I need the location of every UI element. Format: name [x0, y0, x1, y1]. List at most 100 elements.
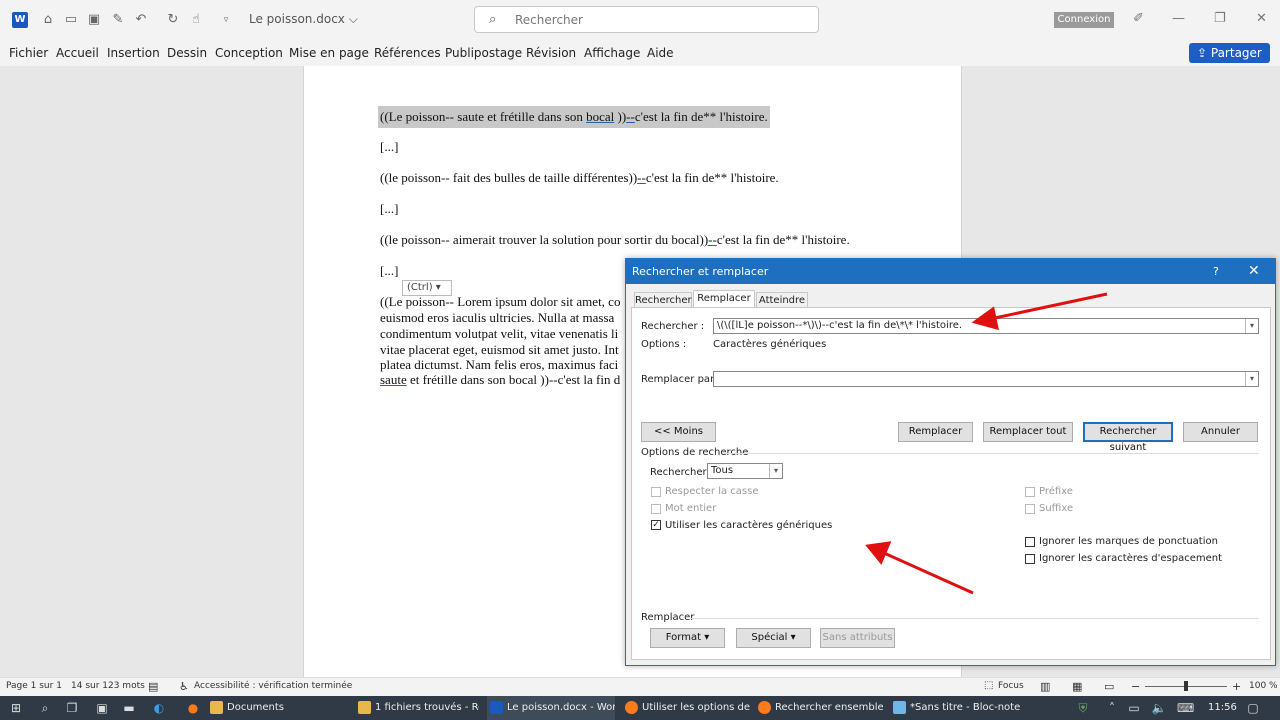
ellipsis-1[interactable]: [...] — [380, 139, 398, 155]
no-formatting-button[interactable]: Sans attributs — [820, 628, 895, 648]
desktop-icon[interactable]: ▣ — [94, 700, 110, 716]
paragraph-1[interactable]: ((Le poisson-- saute et frétille dans so… — [378, 106, 770, 128]
clock[interactable]: 11:56 — [1208, 702, 1237, 713]
prefix-checkbox[interactable] — [1025, 487, 1035, 497]
sign-in-button[interactable]: Connexion — [1054, 12, 1114, 28]
edit-icon[interactable]: ✎ — [110, 12, 126, 28]
paragraph-3[interactable]: ((le poisson-- aimerait trouver la solut… — [380, 232, 850, 248]
document-title[interactable]: Le poisson.docx ⌵ — [249, 12, 358, 27]
find-input[interactable]: \(\([lL]e poisson--*\)\)--c'est la fin d… — [713, 318, 1259, 334]
wildcards-checkbox[interactable]: ✓ — [651, 520, 661, 530]
tab-references[interactable]: Références — [374, 46, 441, 60]
whitespace-checkbox[interactable] — [1025, 554, 1035, 564]
lorem-line-2[interactable]: euismod eros iaculis ultricies. Nulla at… — [380, 310, 614, 326]
pen-icon[interactable]: ✐ — [1133, 11, 1144, 26]
share-button[interactable]: ⇪ Partager — [1189, 43, 1270, 63]
replace-all-button[interactable]: Remplacer tout — [983, 422, 1073, 442]
taskbar-item-search-results[interactable]: 1 fichiers trouvés - Re... — [355, 696, 479, 720]
zoom-in-icon[interactable]: + — [1232, 680, 1241, 693]
tab-conception[interactable]: Conception — [215, 46, 283, 60]
close-window-icon[interactable]: ✕ — [1256, 11, 1267, 26]
focus-button[interactable]: Focus — [998, 681, 1024, 691]
whole-word-checkbox[interactable] — [651, 504, 661, 514]
cancel-button[interactable]: Annuler — [1183, 422, 1258, 442]
replace-button[interactable]: Remplacer — [898, 422, 973, 442]
text-run: ))-- — [699, 232, 717, 247]
replace-input[interactable]: ▾ — [713, 371, 1259, 387]
print-layout-icon[interactable]: ▦ — [1072, 680, 1082, 693]
punctuation-checkbox[interactable] — [1025, 537, 1035, 547]
tab-remplacer[interactable]: Remplacer — [693, 290, 755, 308]
customize-toolbar-icon[interactable]: ▿ — [218, 12, 234, 28]
read-mode-icon[interactable]: ▥ — [1040, 680, 1050, 693]
less-button[interactable]: << Moins — [641, 422, 716, 442]
tab-affichage[interactable]: Affichage — [584, 46, 640, 60]
chevron-down-icon[interactable]: ▾ — [769, 464, 782, 478]
tab-mise-en-page[interactable]: Mise en page — [289, 46, 369, 60]
firefox-icon[interactable]: ● — [185, 700, 201, 716]
lorem-line-6[interactable]: saute et frétille dans son bocal ))--c'e… — [380, 372, 620, 388]
tab-aide[interactable]: Aide — [647, 46, 674, 60]
tab-publipostage[interactable]: Publipostage — [445, 46, 522, 60]
taskbar-item-firefox-2[interactable]: Rechercher ensemble ... — [755, 696, 883, 720]
volume-icon[interactable]: 🔈 — [1151, 700, 1167, 716]
proofing-icon[interactable]: ▤ — [148, 680, 158, 693]
taskbar-item-notepad[interactable]: *Sans titre - Bloc-notes — [890, 696, 1020, 720]
notifications-icon[interactable]: ▢ — [1245, 700, 1261, 716]
tab-fichier[interactable]: Fichier — [9, 46, 48, 60]
task-view-icon[interactable]: ❐ — [64, 700, 80, 716]
case-checkbox[interactable] — [651, 487, 661, 497]
paragraph-2[interactable]: ((le poisson-- fait des bulles de taille… — [380, 170, 779, 186]
zoom-level[interactable]: 100 % — [1249, 681, 1278, 691]
page-count[interactable]: Page 1 sur 1 — [6, 681, 62, 691]
text-run: ((Le poisson-- saute et frétille dans so… — [380, 109, 587, 124]
redo-icon[interactable]: ↻ — [165, 12, 181, 28]
save-icon[interactable]: ▣ — [86, 12, 102, 28]
chevron-down-icon[interactable]: ▾ — [1245, 319, 1258, 333]
undo-icon[interactable]: ↶ — [133, 12, 149, 28]
format-button[interactable]: Format ▾ — [650, 628, 725, 648]
ellipsis-3[interactable]: [...] — [380, 263, 398, 279]
special-button[interactable]: Spécial ▾ — [736, 628, 811, 648]
lorem-line-1[interactable]: ((Le poisson-- Lorem ipsum dolor sit ame… — [380, 294, 620, 310]
web-layout-icon[interactable]: ▭ — [1104, 680, 1114, 693]
zoom-out-icon[interactable]: − — [1131, 680, 1140, 693]
zoom-slider-thumb[interactable] — [1184, 681, 1188, 691]
file-explorer-icon[interactable]: ▬ — [121, 700, 137, 716]
find-next-button[interactable]: Rechercher suivant — [1083, 422, 1173, 453]
chevron-down-icon[interactable]: ▾ — [1245, 372, 1258, 386]
chevron-up-icon[interactable]: ˄ — [1104, 700, 1120, 716]
ellipsis-2[interactable]: [...] — [380, 201, 398, 217]
lorem-line-3[interactable]: condimentum volutpat velit, vitae venena… — [380, 326, 618, 342]
word-count[interactable]: 14 sur 123 mots — [71, 681, 145, 691]
minimize-icon[interactable]: — — [1172, 11, 1185, 26]
taskbar-item-word[interactable]: Le poisson.docx - Word — [487, 696, 615, 720]
windows-start-icon[interactable]: ⊞ — [8, 700, 24, 716]
tab-insertion[interactable]: Insertion — [107, 46, 160, 60]
tab-revision[interactable]: Révision — [526, 46, 576, 60]
language-icon[interactable]: ⌨ — [1177, 700, 1194, 716]
taskbar-item-documents[interactable]: Documents — [207, 696, 345, 720]
search-icon[interactable]: ⌕ — [37, 700, 53, 716]
tab-dessin[interactable]: Dessin — [167, 46, 207, 60]
restore-icon[interactable]: ❐ — [1214, 11, 1226, 26]
accessibility-status[interactable]: Accessibilité : vérification terminée — [194, 681, 352, 691]
suffix-checkbox[interactable] — [1025, 504, 1035, 514]
help-button[interactable]: ? — [1213, 259, 1219, 284]
edge-icon[interactable]: ◐ — [151, 700, 167, 716]
taskbar-item-firefox-1[interactable]: Utiliser les options de ... — [622, 696, 750, 720]
home-icon[interactable]: ⌂ — [40, 12, 56, 28]
tab-accueil[interactable]: Accueil — [56, 46, 99, 60]
word-logo-icon: W — [12, 12, 28, 28]
close-dialog-button[interactable]: ✕ — [1248, 259, 1260, 284]
search-box[interactable]: ⌕ Rechercher — [474, 6, 819, 33]
network-icon[interactable]: ▭ — [1126, 700, 1142, 716]
lorem-line-4[interactable]: vitae placerat eget, euismod sit amet ju… — [380, 342, 619, 358]
shield-icon[interactable]: ⛨ — [1075, 700, 1091, 716]
divider — [690, 618, 1259, 619]
touch-mode-icon[interactable]: ☝ — [188, 12, 204, 28]
search-direction-select[interactable]: Tous ▾ — [707, 463, 783, 479]
lorem-line-5[interactable]: platea dictumst. Nam felis eros, maximus… — [380, 357, 618, 373]
open-folder-icon[interactable]: ▭ — [63, 12, 79, 28]
dialog-title[interactable]: Rechercher et remplacer — [626, 259, 1275, 284]
